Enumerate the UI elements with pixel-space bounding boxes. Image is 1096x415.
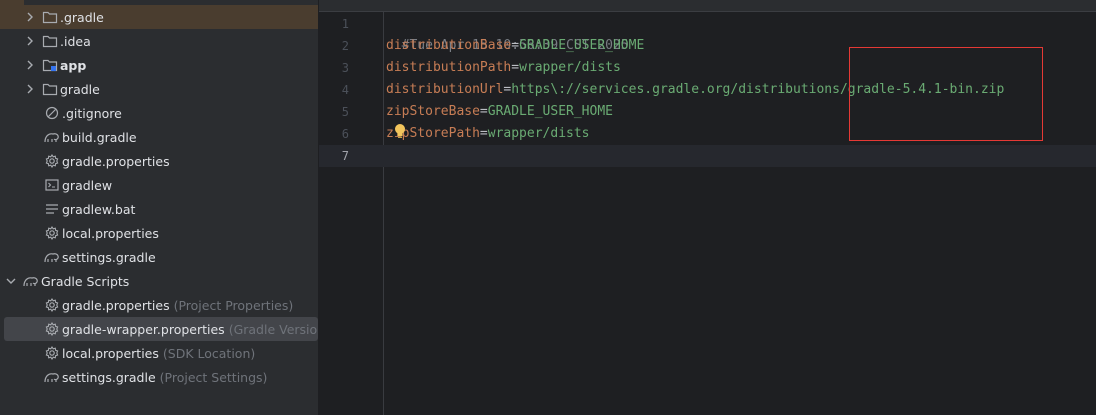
current-line-highlight: [319, 145, 1096, 167]
tree-item-label: .gradle: [60, 9, 104, 25]
tree-item-gradle-dir[interactable]: .gradle: [24, 5, 318, 29]
code-line-2[interactable]: distributionBase=GRADLE_USER_HOME: [386, 35, 644, 57]
tree-item-gradle-scripts[interactable]: Gradle Scripts: [5, 269, 318, 293]
tree-item-label: gradle.properties: [62, 297, 170, 313]
tree-item-hint: (Project Settings): [159, 369, 268, 385]
tree-item-label: settings.gradle: [62, 369, 156, 385]
code-line-3[interactable]: distributionPath=wrapper/dists: [386, 57, 621, 79]
project-tree: .gradle .idea app gradle .gitignore buil…: [0, 0, 318, 415]
property-key: distributionUrl: [386, 82, 504, 97]
line-number: 3: [341, 61, 349, 75]
tree-item-label: gradlew.bat: [62, 201, 136, 217]
gradle-icon: [23, 273, 39, 289]
tree-item-gradle-folder[interactable]: gradle: [24, 77, 318, 101]
tree-item-hint: (SDK Location): [162, 345, 256, 361]
tree-item-scripts-gradle-properties[interactable]: gradle.properties (Project Properties): [44, 293, 318, 317]
equals-sign: =: [479, 126, 488, 141]
tree-item-scripts-settings-gradle[interactable]: settings.gradle (Project Settings): [44, 365, 318, 389]
code-line-6[interactable]: zipStorePath=wrapper/dists: [386, 123, 590, 145]
line-number: 6: [341, 127, 349, 141]
line-number: 5: [341, 105, 349, 119]
tree-item-label: build.gradle: [62, 129, 137, 145]
tree-row-highlight: [0, 0, 24, 29]
tree-item-gradlew[interactable]: gradlew: [44, 173, 318, 197]
chevron-right-icon[interactable]: [24, 83, 36, 95]
property-value: GRADLE_USER_HOME: [487, 104, 613, 119]
ignore-file-icon: [44, 105, 60, 121]
chevron-right-icon[interactable]: [24, 35, 36, 47]
tree-item-label: Gradle Scripts: [41, 273, 130, 289]
code-line-5[interactable]: zipStoreBase=GRADLE_USER_HOME: [386, 101, 613, 123]
gear-icon: [44, 225, 60, 241]
tree-item-hint: (Gradle Version): [228, 321, 318, 337]
property-key: zipStoreBase: [386, 104, 480, 119]
lightbulb-icon[interactable]: [394, 123, 406, 139]
tree-item-label: gradle.properties: [62, 153, 170, 169]
tree-item-label: settings.gradle: [62, 249, 156, 265]
text-file-icon: [44, 201, 60, 217]
line-number: 4: [341, 83, 349, 97]
equals-sign: =: [479, 104, 488, 119]
tree-item-label: local.properties: [62, 345, 159, 361]
tree-item-scripts-local-properties[interactable]: local.properties (SDK Location): [44, 341, 318, 365]
gear-icon: [44, 153, 60, 169]
property-value: GRADLE_USER_HOME: [519, 38, 645, 53]
code-line-1[interactable]: #Tue Apr 15 10:56:39 CST 2025: [386, 13, 629, 53]
tree-item-label: gradlew: [62, 177, 113, 193]
tree-item-hint: (Project Properties): [173, 297, 294, 313]
folder-icon: [42, 9, 58, 25]
tree-item-gitignore[interactable]: .gitignore: [44, 101, 318, 125]
line-number-current: 7: [341, 149, 349, 163]
gear-icon: [44, 321, 60, 337]
folder-icon: [42, 81, 58, 97]
property-value: wrapper/dists: [487, 126, 590, 141]
highlight-annotation-box: [849, 47, 1043, 141]
chevron-right-icon[interactable]: [24, 11, 36, 23]
gear-icon: [44, 345, 60, 361]
equals-sign: =: [511, 38, 520, 53]
gradle-icon: [44, 129, 60, 145]
tree-item-idea[interactable]: .idea: [24, 29, 318, 53]
tree-item-build-gradle[interactable]: build.gradle: [44, 125, 318, 149]
line-number: 1: [341, 17, 349, 31]
gradle-icon: [44, 369, 60, 385]
tree-item-gradle-properties[interactable]: gradle.properties: [44, 149, 318, 173]
equals-sign: =: [511, 60, 520, 75]
tree-item-gradlew-bat[interactable]: gradlew.bat: [44, 197, 318, 221]
tree-item-label: .idea: [60, 33, 91, 49]
property-key: distributionBase: [386, 38, 512, 53]
terminal-icon: [44, 177, 60, 193]
tree-item-label: local.properties: [62, 225, 159, 241]
tree-item-label: app: [60, 57, 87, 73]
tree-item-gradle-wrapper-properties[interactable]: gradle-wrapper.properties (Gradle Versio…: [4, 317, 318, 341]
tree-item-label: gradle-wrapper.properties: [62, 321, 225, 337]
tree-item-app[interactable]: app: [24, 53, 318, 77]
tree-item-local-properties[interactable]: local.properties: [44, 221, 318, 245]
line-number: 2: [341, 39, 349, 53]
editor-tab-strip: [319, 0, 1096, 12]
module-folder-icon: [42, 57, 58, 73]
folder-icon: [42, 33, 58, 49]
gradle-icon: [44, 249, 60, 265]
property-value: wrapper/dists: [519, 60, 621, 75]
gear-icon: [44, 297, 60, 313]
tree-item-settings-gradle[interactable]: settings.gradle: [44, 245, 318, 269]
property-key: distributionPath: [386, 60, 512, 75]
chevron-down-icon[interactable]: [5, 275, 17, 287]
tree-item-label: gradle: [60, 81, 100, 97]
tree-item-label: .gitignore: [62, 105, 122, 121]
chevron-right-icon[interactable]: [24, 59, 36, 71]
